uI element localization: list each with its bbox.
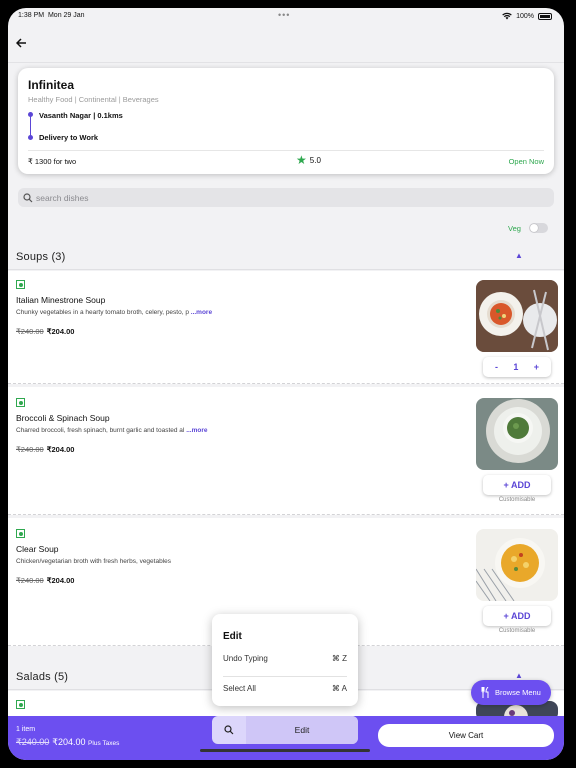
customisable-label: Customisable: [498, 497, 536, 503]
discounted-price: ₹204.00: [46, 445, 75, 454]
browse-menu-button[interactable]: Browse Menu: [471, 680, 551, 705]
menu-divider: [223, 676, 347, 677]
keyboard-search-button[interactable]: [212, 716, 246, 744]
rating: ★ 5.0: [296, 153, 321, 167]
rating-value: 5.0: [309, 156, 321, 165]
quantity-value: 1: [513, 362, 519, 372]
home-indicator[interactable]: [200, 749, 370, 752]
veg-toggle[interactable]: [529, 223, 548, 233]
veg-indicator-icon: [16, 700, 25, 709]
restaurant-name: Infinitea: [28, 78, 75, 92]
battery-icon: [538, 12, 552, 20]
select-all-label: Select All: [223, 684, 256, 693]
section-header-soups[interactable]: Soups (3) ▲: [8, 244, 564, 270]
veg-indicator-icon: [16, 398, 25, 407]
open-status: Open Now: [508, 157, 544, 166]
discounted-price: ₹204.00: [46, 327, 75, 336]
item-image: [476, 398, 558, 470]
wifi-icon: [502, 12, 512, 20]
status-bar: 1:38 PM Mon 29 Jan ••• 100%: [8, 8, 564, 26]
cart-discounted-total: ₹204.00: [52, 737, 86, 747]
item-prices: ₹240.00 ₹204.00: [16, 445, 74, 454]
search-icon: [23, 192, 33, 202]
undo-shortcut: ⌘ Z: [331, 654, 347, 663]
original-price: ₹240.00: [16, 576, 44, 585]
delivery-dot-icon: [28, 135, 33, 140]
original-price: ₹240.00: [16, 327, 44, 336]
back-arrow-icon[interactable]: [15, 36, 27, 51]
veg-indicator-icon: [16, 529, 25, 538]
menu-item: Italian Minestrone Soup Chunky vegetable…: [8, 271, 564, 384]
increment-button[interactable]: +: [534, 362, 539, 372]
select-all-option[interactable]: Select All ⌘ A: [223, 684, 347, 693]
item-divider: [8, 514, 564, 515]
cutlery-icon: [481, 687, 489, 698]
item-description: Chunky vegetables in a hearty tomato bro…: [16, 309, 213, 316]
item-prices: ₹240.00 ₹204.00: [16, 327, 74, 336]
star-icon: ★: [296, 153, 307, 167]
item-name: Clear Soup: [16, 544, 59, 554]
original-price: ₹240.00: [16, 445, 44, 454]
item-description: Charred broccoli, fresh spinach, burnt g…: [16, 427, 208, 434]
decrement-button[interactable]: -: [495, 362, 498, 372]
section-title: Salads (5): [16, 671, 69, 683]
more-link[interactable]: ...more: [186, 427, 207, 434]
app-screen: 1:38 PM Mon 29 Jan ••• 100% Infinitea He…: [8, 8, 564, 760]
chevron-up-icon[interactable]: ▲: [515, 671, 523, 680]
cart-item-count: 1 item: [16, 726, 36, 733]
browse-menu-label: Browse Menu: [495, 688, 541, 697]
view-cart-button[interactable]: View Cart: [378, 724, 554, 747]
cart-original-total: ₹240.00: [16, 737, 50, 747]
multitasking-dots-icon[interactable]: •••: [278, 10, 290, 20]
delivery-address[interactable]: Delivery to Work: [39, 133, 98, 142]
header-divider: [8, 62, 564, 63]
battery-percent: 100%: [516, 12, 534, 20]
search-icon: [224, 725, 234, 735]
edit-button[interactable]: Edit: [246, 716, 358, 744]
restaurant-location: Vasanth Nagar | 0.1kms: [39, 111, 123, 120]
status-indicators: 100%: [502, 12, 552, 20]
search-bar[interactable]: [18, 188, 554, 207]
keyboard-edit-bar: Edit: [212, 716, 358, 744]
discounted-price: ₹204.00: [46, 576, 75, 585]
section-title: Soups (3): [16, 251, 66, 263]
status-time: 1:38 PM Mon 29 Jan: [18, 12, 85, 19]
item-description: Chicken/vegetarian broth with fresh herb…: [16, 558, 172, 565]
item-name: Italian Minestrone Soup: [16, 295, 106, 305]
card-divider: [28, 150, 544, 151]
chevron-up-icon[interactable]: ▲: [515, 251, 523, 260]
restaurant-card: Infinitea Healthy Food | Continental | B…: [18, 68, 554, 174]
item-image: [476, 529, 558, 601]
undo-typing-label: Undo Typing: [223, 654, 268, 663]
menu-item: Broccoli & Spinach Soup Charred broccoli…: [8, 387, 564, 515]
customisable-label: Customisable: [498, 628, 536, 634]
veg-label: Veg: [508, 224, 521, 233]
item-image: [476, 280, 558, 352]
taxes-note: Plus Taxes: [88, 740, 120, 747]
item-divider: [8, 383, 564, 384]
undo-typing-option[interactable]: Undo Typing ⌘ Z: [223, 654, 347, 663]
edit-context-menu: Edit Undo Typing ⌘ Z Select All ⌘ A: [212, 614, 358, 706]
add-button[interactable]: + ADD: [483, 475, 551, 495]
quantity-stepper[interactable]: - 1 +: [483, 357, 551, 377]
search-input[interactable]: [36, 192, 336, 203]
more-link[interactable]: ...more: [191, 309, 212, 316]
restaurant-cuisines: Healthy Food | Continental | Beverages: [28, 95, 159, 104]
veg-indicator-icon: [16, 280, 25, 289]
cart-total: ₹240.00 ₹204.00 Plus Taxes: [16, 737, 119, 748]
edit-menu-title: Edit: [223, 631, 242, 642]
add-button[interactable]: + ADD: [483, 606, 551, 626]
select-all-shortcut: ⌘ A: [331, 684, 347, 693]
item-prices: ₹240.00 ₹204.00: [16, 576, 74, 585]
item-name: Broccoli & Spinach Soup: [16, 413, 110, 423]
cost-for-two: ₹ 1300 for two: [28, 157, 77, 166]
